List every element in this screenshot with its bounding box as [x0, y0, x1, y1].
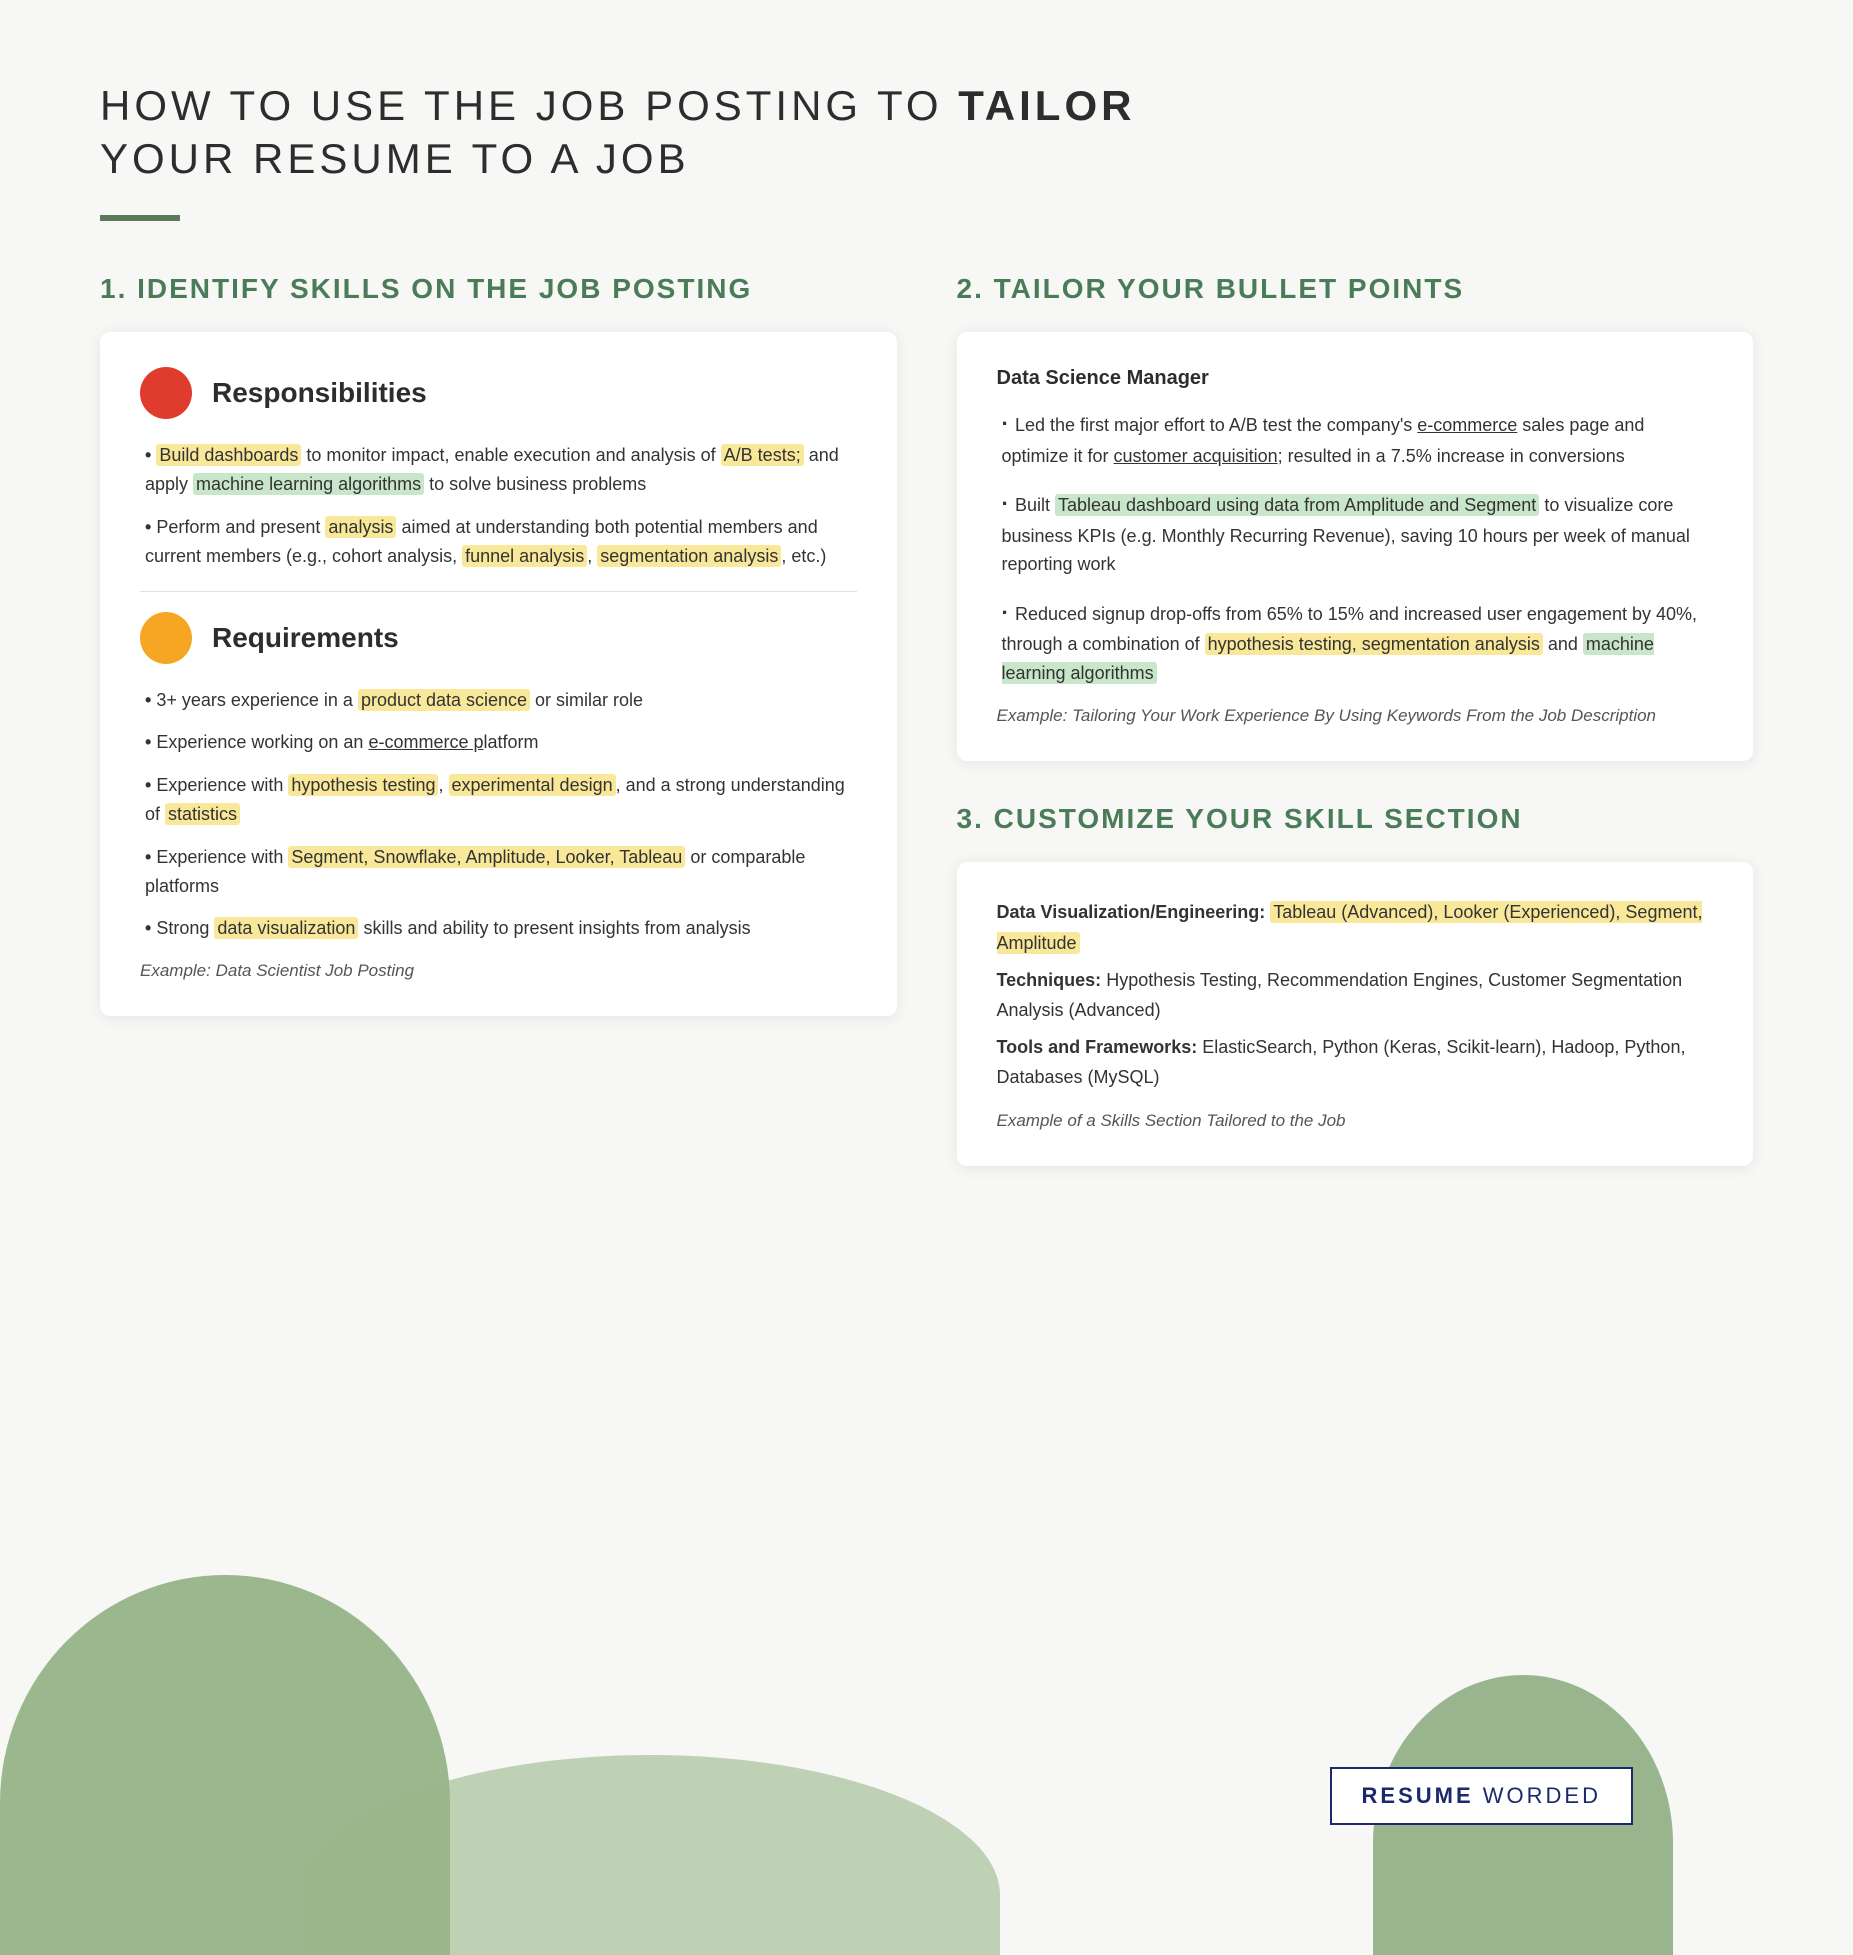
req4-highlight1: Segment, Snowflake, Amplitude, Looker, T… — [288, 846, 685, 868]
requirements-label: Requirements — [212, 622, 399, 654]
section2-example: Example: Tailoring Your Work Experience … — [997, 706, 1714, 726]
bullet2-highlight1: Tableau dashboard using data from Amplit… — [1055, 494, 1539, 516]
skill-line-1: Data Visualization/Engineering: Tableau … — [997, 897, 1714, 958]
resp-item-1: Build dashboards to monitor impact, enab… — [140, 441, 857, 499]
resp1-highlight2: A/B tests; — [721, 444, 804, 466]
skill-line-3: Tools and Frameworks: ElasticSearch, Pyt… — [997, 1032, 1714, 1093]
skill3-label: Tools and Frameworks: — [997, 1037, 1198, 1057]
title-underline — [100, 215, 180, 221]
req-item-2: Experience working on an e-commerce plat… — [140, 728, 857, 757]
section1-heading: 1. IDENTIFY SKILLS ON THE JOB POSTING — [100, 271, 897, 307]
card-separator — [140, 591, 857, 592]
responsibilities-header: Responsibilities — [140, 367, 857, 419]
section2-card: Data Science Manager Led the first major… — [957, 332, 1754, 761]
req5-highlight1: data visualization — [214, 917, 358, 939]
bullet2-highlight2: hypothesis testing, segmentation analysi… — [1205, 633, 1543, 655]
bullet2-underline1: e-commerce — [1417, 415, 1517, 435]
section3-heading: 3. CUSTOMIZE YOUR SKILL SECTION — [957, 801, 1754, 837]
logo-text: RESUME WORDED — [1362, 1783, 1601, 1808]
responsibilities-label: Responsibilities — [212, 377, 427, 409]
bullet2-item-2: Built Tableau dashboard using data from … — [997, 486, 1714, 579]
section3-example: Example of a Skills Section Tailored to … — [997, 1111, 1714, 1131]
skill-line-2: Techniques: Hypothesis Testing, Recommen… — [997, 965, 1714, 1026]
req-item-5: Strong data visualization skills and abi… — [140, 914, 857, 943]
bullet2-underline2: customer acquisition — [1114, 446, 1278, 466]
resume-worded-logo: RESUME WORDED — [1330, 1767, 1633, 1825]
req3-highlight2: experimental design — [449, 774, 616, 796]
two-column-layout: 1. IDENTIFY SKILLS ON THE JOB POSTING Re… — [100, 271, 1753, 1206]
logo-bold: RESUME — [1362, 1783, 1474, 1808]
skill1-label: Data Visualization/Engineering: — [997, 902, 1266, 922]
req3-highlight3: statistics — [165, 803, 240, 825]
orange-circle-icon — [140, 612, 192, 664]
section3-card: Data Visualization/Engineering: Tableau … — [957, 862, 1754, 1166]
resp1-highlight3: machine learning algorithms — [193, 473, 424, 495]
title-bold: TAILOR — [958, 82, 1135, 129]
responsibilities-list: Build dashboards to monitor impact, enab… — [140, 441, 857, 570]
logo-normal: WORDED — [1474, 1783, 1601, 1808]
bullet2-item-3: Reduced signup drop-offs from 65% to 15%… — [997, 595, 1714, 688]
section1-example: Example: Data Scientist Job Posting — [140, 961, 857, 981]
section2-heading: 2. TAILOR YOUR BULLET POINTS — [957, 271, 1754, 307]
resp1-highlight1: Build dashboards — [156, 444, 301, 466]
title-line2: YOUR RESUME TO A JOB — [100, 135, 690, 182]
requirements-list: 3+ years experience in a product data sc… — [140, 686, 857, 944]
resp2-highlight1: analysis — [325, 516, 396, 538]
req-item-3: Experience with hypothesis testing, expe… — [140, 771, 857, 829]
job-title: Data Science Manager — [997, 367, 1714, 390]
resp-item-2: Perform and present analysis aimed at un… — [140, 513, 857, 571]
resp2-highlight3: segmentation analysis — [597, 545, 781, 567]
red-circle-icon — [140, 367, 192, 419]
right-column: 2. TAILOR YOUR BULLET POINTS Data Scienc… — [957, 271, 1754, 1206]
bullet2-item-1: Led the first major effort to A/B test t… — [997, 406, 1714, 470]
main-title: HOW TO USE THE JOB POSTING TO TAILOR YOU… — [100, 80, 1753, 185]
requirements-header: Requirements — [140, 612, 857, 664]
left-column: 1. IDENTIFY SKILLS ON THE JOB POSTING Re… — [100, 271, 897, 1056]
resp2-highlight2: funnel analysis — [462, 545, 587, 567]
title-normal: HOW TO USE THE JOB POSTING TO — [100, 82, 958, 129]
section1-card: Responsibilities Build dashboards to mon… — [100, 332, 897, 1016]
req1-highlight1: product data science — [358, 689, 530, 711]
req3-highlight1: hypothesis testing — [288, 774, 438, 796]
req-item-4: Experience with Segment, Snowflake, Ampl… — [140, 843, 857, 901]
req2-underline: e-commerce p — [368, 732, 483, 752]
req-item-1: 3+ years experience in a product data sc… — [140, 686, 857, 715]
skill2-label: Techniques: — [997, 970, 1102, 990]
